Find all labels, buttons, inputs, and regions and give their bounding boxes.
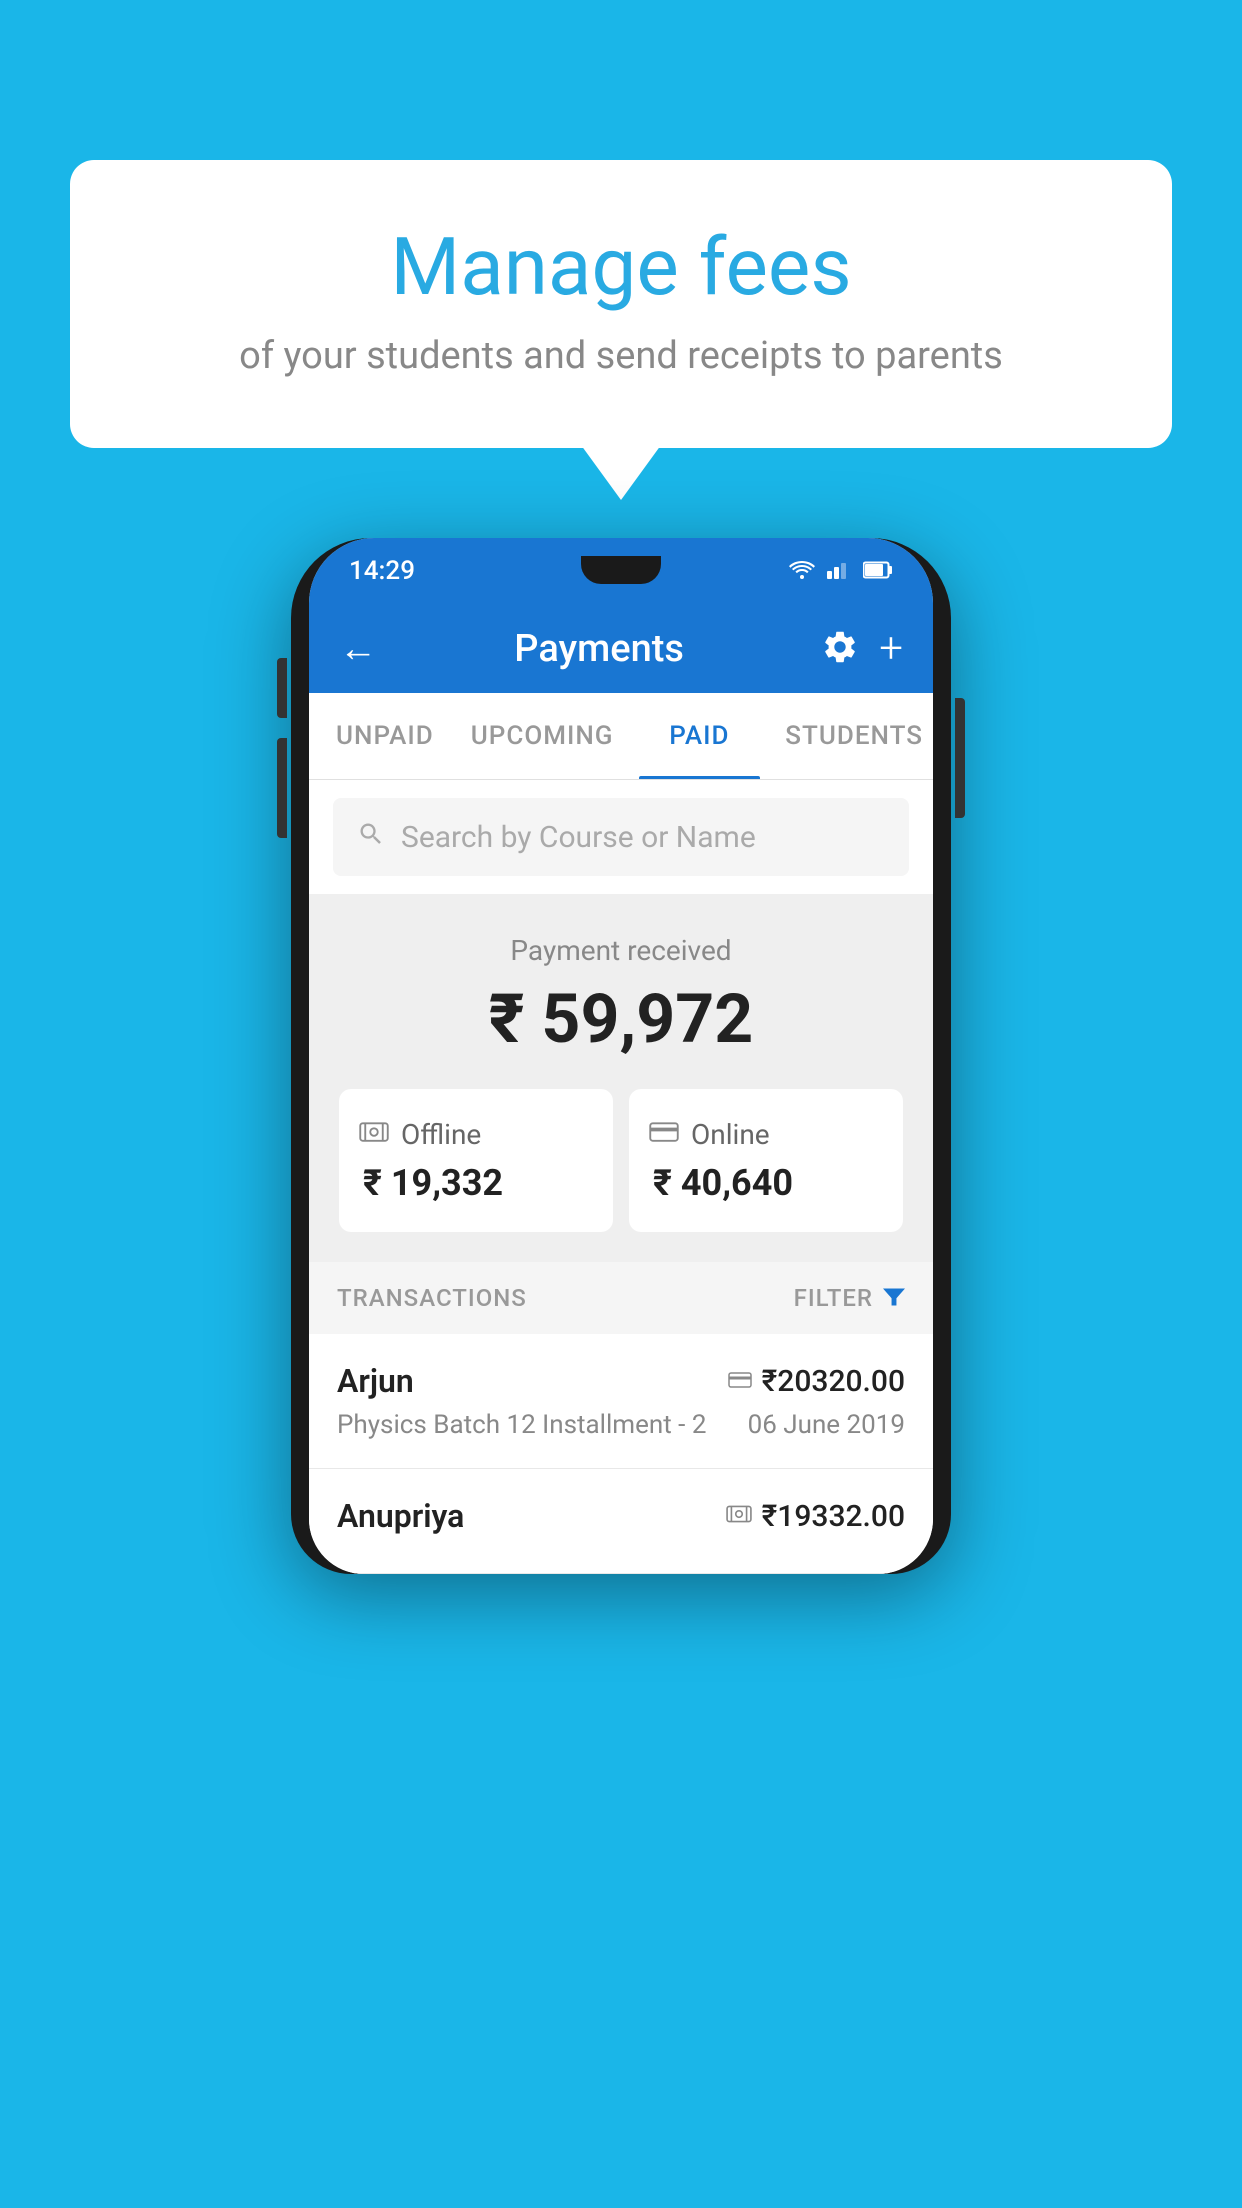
settings-icon[interactable] xyxy=(821,628,859,670)
back-button[interactable]: ← xyxy=(339,627,377,671)
card-payment-icon xyxy=(728,1366,752,1396)
bubble-title: Manage fees xyxy=(120,220,1122,314)
transactions-header: TRANSACTIONS FILTER xyxy=(309,1262,933,1334)
tab-unpaid[interactable]: UNPAID xyxy=(309,693,461,779)
offline-amount: ₹ 19,332 xyxy=(359,1162,593,1204)
online-label: Online xyxy=(691,1118,770,1151)
payment-received-label: Payment received xyxy=(329,934,913,967)
search-container: Search by Course or Name xyxy=(309,780,933,894)
app-bar-title: Payments xyxy=(397,627,801,671)
offline-card-header: Offline xyxy=(359,1117,593,1152)
search-bar[interactable]: Search by Course or Name xyxy=(333,798,909,876)
volume-up-button[interactable] xyxy=(277,658,287,718)
credit-card-icon xyxy=(649,1117,679,1152)
speech-bubble-card: Manage fees of your students and send re… xyxy=(70,160,1172,448)
app-bar-actions: + xyxy=(821,624,903,673)
tabs-bar: UNPAID UPCOMING PAID STUDENTS xyxy=(309,693,933,780)
filter-button[interactable]: FILTER xyxy=(794,1284,905,1312)
phone-frame: 14:29 xyxy=(291,538,951,1574)
bubble-subtitle: of your students and send receipts to pa… xyxy=(120,334,1122,378)
status-icons xyxy=(789,556,893,586)
table-row[interactable]: Arjun ₹20320.00 Physics Batch 12 Install… xyxy=(309,1334,933,1469)
filter-icon xyxy=(883,1284,905,1312)
status-time: 14:29 xyxy=(349,556,415,586)
transaction-amount: ₹20320.00 xyxy=(762,1364,905,1399)
tab-paid[interactable]: PAID xyxy=(624,693,776,779)
transaction-amount-container: ₹20320.00 xyxy=(728,1364,905,1399)
transaction-amount-container: ₹19332.00 xyxy=(726,1499,905,1534)
offline-payment-card: Offline ₹ 19,332 xyxy=(339,1089,613,1232)
transaction-top-row: Arjun ₹20320.00 xyxy=(337,1362,905,1400)
signal-icon xyxy=(827,556,851,586)
payment-summary: Payment received ₹ 59,972 xyxy=(309,894,933,1262)
filter-label: FILTER xyxy=(794,1284,873,1312)
cash-icon xyxy=(359,1117,389,1152)
tab-students[interactable]: STUDENTS xyxy=(775,693,933,779)
tab-upcoming[interactable]: UPCOMING xyxy=(461,693,624,779)
power-button[interactable] xyxy=(955,698,965,818)
transaction-detail: Physics Batch 12 Installment - 2 xyxy=(337,1410,706,1440)
online-payment-card: Online ₹ 40,640 xyxy=(629,1089,903,1232)
search-icon xyxy=(357,818,385,856)
transaction-name: Arjun xyxy=(337,1362,414,1400)
cash-payment-icon xyxy=(726,1501,752,1531)
transaction-name: Anupriya xyxy=(337,1497,464,1535)
battery-icon xyxy=(863,556,893,586)
add-button[interactable]: + xyxy=(879,624,903,673)
phone-notch xyxy=(581,556,661,584)
wifi-icon xyxy=(789,556,815,586)
payment-cards-row: Offline ₹ 19,332 xyxy=(339,1089,903,1232)
transaction-amount: ₹19332.00 xyxy=(762,1499,905,1534)
app-bar: ← Payments + xyxy=(309,604,933,693)
volume-down-button[interactable] xyxy=(277,738,287,838)
transaction-top-row: Anupriya ₹19332.00 xyxy=(337,1497,905,1535)
payment-total-amount: ₹ 59,972 xyxy=(329,979,913,1059)
offline-label: Offline xyxy=(401,1118,481,1151)
transaction-date: 06 June 2019 xyxy=(748,1410,905,1440)
transaction-bottom-row: Physics Batch 12 Installment - 2 06 June… xyxy=(337,1410,905,1440)
phone-screen: 14:29 xyxy=(309,538,933,1574)
online-amount: ₹ 40,640 xyxy=(649,1162,883,1204)
table-row[interactable]: Anupriya ₹19332.00 xyxy=(309,1469,933,1574)
online-card-header: Online xyxy=(649,1117,883,1152)
phone-mockup: 14:29 xyxy=(90,520,1152,2208)
transactions-label: TRANSACTIONS xyxy=(337,1284,527,1312)
search-placeholder-text: Search by Course or Name xyxy=(401,820,756,855)
